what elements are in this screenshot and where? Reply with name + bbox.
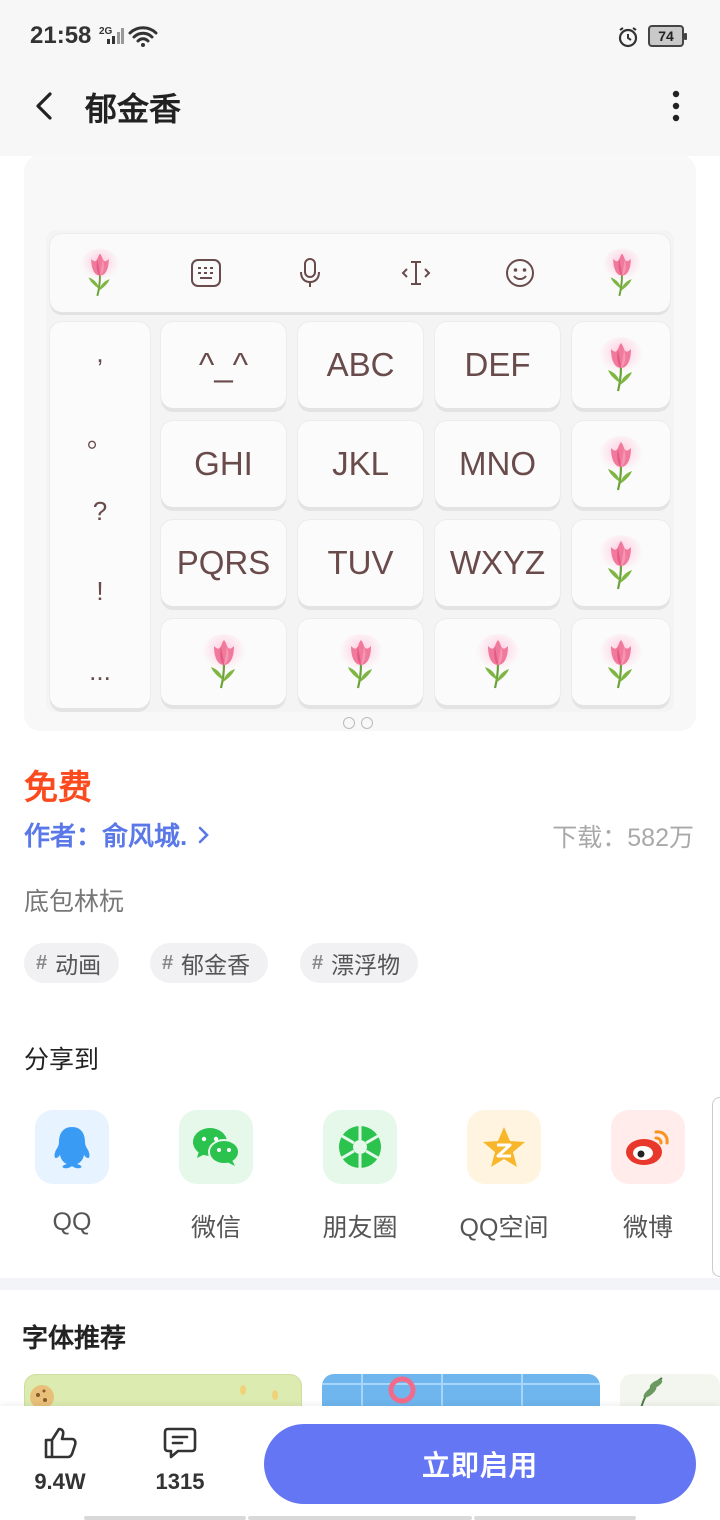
share-wechat-button[interactable]: 微信 [161,1110,271,1244]
key-tuv: TUV [298,520,423,606]
section-divider [0,1278,720,1290]
key-mno: MNO [435,421,560,507]
tag-chip[interactable]: # 郁金香 [150,943,269,983]
share-title: 分享到 [24,1046,100,1074]
share-wechat-label: 微信 [190,1214,241,1242]
author-name: 作者：俞风城. [24,821,188,851]
bottom-action-bar: 9.4W 1315 立即启用 [0,1406,720,1520]
comment-count: 1315 [155,1469,205,1494]
moments-icon [323,1110,397,1184]
nav-indicator [248,1516,472,1520]
key-def: DEF [435,322,560,408]
punctuation-column: , 。 ? ! ... [50,322,150,708]
tulip-icon [298,619,423,705]
nav-indicator [474,1516,636,1520]
comment-icon [163,1427,197,1459]
key-emoticon: ^_^ [161,322,286,408]
hash-icon: # [312,951,324,974]
enable-button[interactable]: 立即启用 [264,1424,696,1504]
qzone-icon [467,1110,541,1184]
keyboard-preview[interactable]: , 。 ? ! ... ^_^ ABC DEF GHI JKL MNO PQRS… [24,155,696,731]
back-icon[interactable] [26,86,66,126]
key-jkl: JKL [298,421,423,507]
app-header: 郁金香 [0,70,720,156]
hash-icon: # [36,951,48,974]
price-label: 免费 [24,769,92,807]
side-panel-handle[interactable] [712,1097,720,1277]
keyboard-skin: , 。 ? ! ... ^_^ ABC DEF GHI JKL MNO PQRS… [46,230,674,712]
punct-exclaim: ! [96,576,104,606]
battery-icon: 74 [648,25,687,47]
punct-period: 。 [86,423,113,453]
tulip-icon [78,248,122,298]
status-time: 21:58 [30,22,92,49]
share-qzone-button[interactable]: QQ空间 [449,1110,559,1244]
alarm-icon [618,27,638,48]
tag-label: 漂浮物 [331,952,401,978]
tulip-icon [161,619,286,705]
tulip-icon [572,322,670,408]
key-wxyz: WXYZ [435,520,560,606]
tulip-icon [572,421,670,507]
share-qq-label: QQ [52,1208,92,1236]
tag-label: 郁金香 [181,952,251,978]
more-options-icon[interactable] [660,86,692,126]
like-button[interactable]: 9.4W [20,1426,100,1495]
carousel-dot[interactable] [343,717,355,729]
keyboard-icon [184,248,228,298]
punct-question: ? [92,496,108,526]
hash-icon: # [162,951,174,974]
chevron-right-icon [199,826,210,844]
share-weibo-label: 微博 [622,1214,673,1242]
thumbs-up-icon [44,1427,77,1459]
nav-indicator [84,1516,246,1520]
download-count: 下载：582万 [552,824,694,852]
cursor-icon [394,248,438,298]
tulip-icon [572,619,670,705]
description: 底包林杬 [24,888,125,916]
key-abc: ABC [298,322,423,408]
share-moments-label: 朋友圈 [322,1214,398,1242]
punct-comma: , [96,338,104,368]
emoji-icon [498,248,542,298]
punct-ellipsis: ... [89,656,111,686]
carousel-indicator[interactable] [343,716,379,734]
signal-icon [107,28,124,44]
page-title: 郁金香 [85,91,182,127]
weibo-icon [611,1110,685,1184]
share-qq-button[interactable]: QQ [17,1110,127,1237]
key-pqrs: PQRS [161,520,286,606]
wifi-icon [128,26,158,47]
author-link[interactable]: 作者：俞风城. [24,816,212,853]
status-bar: 21:58 2G 74 [0,0,720,70]
qq-icon [35,1110,109,1184]
tulip-icon [600,248,644,298]
key-ghi: GHI [161,421,286,507]
share-moments-button[interactable]: 朋友圈 [305,1110,415,1244]
like-count: 9.4W [34,1469,86,1494]
tulip-icon [435,619,560,705]
carousel-dot[interactable] [361,717,373,729]
microphone-icon [288,248,332,298]
comment-button[interactable]: 1315 [140,1426,220,1495]
tag-chip[interactable]: # 漂浮物 [300,943,419,983]
tag-label: 动画 [55,952,102,978]
tag-chip[interactable]: # 动画 [24,943,120,983]
share-weibo-button[interactable]: 微博 [593,1110,703,1244]
keyboard-toolbar [50,234,670,312]
share-qzone-label: QQ空间 [459,1214,549,1242]
wechat-icon [179,1110,253,1184]
recommend-title: 字体推荐 [22,1323,127,1353]
tulip-icon [572,520,670,606]
